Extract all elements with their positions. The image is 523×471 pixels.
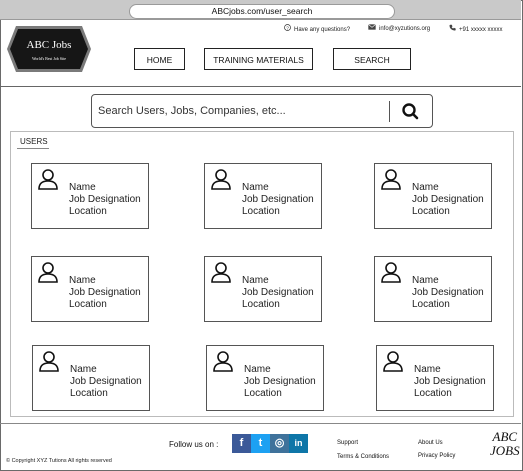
- user-job-designation: Job Designation: [242, 287, 314, 298]
- browser-top-bar: ABCjobs.com/user_search: [0, 0, 521, 20]
- search-button[interactable]: [392, 97, 430, 125]
- user-card[interactable]: Name Job Designation Location: [206, 345, 324, 411]
- user-job-designation: Job Designation: [69, 194, 141, 205]
- terms-link[interactable]: Terms & Conditions: [337, 454, 389, 460]
- question-icon: ?: [284, 24, 291, 33]
- support-link[interactable]: Support: [337, 440, 358, 446]
- facebook-icon[interactable]: f: [232, 434, 251, 453]
- abc-jobs-logo[interactable]: ABC Jobs World's Best Job Site: [6, 25, 92, 73]
- user-name: Name: [242, 275, 269, 286]
- phone-info[interactable]: +91 xxxxx xxxxx: [449, 24, 503, 33]
- user-location: Location: [242, 299, 280, 310]
- search-input[interactable]: [98, 102, 384, 120]
- user-name: Name: [414, 364, 441, 375]
- twitter-icon[interactable]: t: [251, 434, 270, 453]
- user-name: Name: [244, 364, 271, 375]
- footer-logo-line2: JOBS: [490, 443, 520, 458]
- linkedin-icon[interactable]: in: [289, 434, 308, 453]
- user-job-designation: Job Designation: [412, 194, 484, 205]
- user-avatar-icon: [210, 261, 232, 288]
- user-location: Location: [412, 299, 450, 310]
- users-title: USERS: [20, 137, 48, 146]
- user-name: Name: [69, 275, 96, 286]
- phone-text: +91 xxxxx xxxxx: [459, 27, 503, 33]
- mail-icon: [368, 24, 376, 32]
- privacy-policy-link[interactable]: Privacy Policy: [418, 453, 455, 459]
- copyright-text: © Copyright XYZ Tutions All rights reser…: [6, 458, 112, 464]
- user-card[interactable]: Name Job Designation Location: [204, 163, 322, 229]
- email-info[interactable]: info@xyzutions.org: [368, 24, 430, 32]
- user-job-designation: Job Designation: [414, 376, 486, 387]
- instagram-icon[interactable]: ◎: [270, 434, 289, 453]
- email-text: info@xyzutions.org: [379, 26, 431, 32]
- user-location: Location: [412, 206, 450, 217]
- about-us-link[interactable]: About Us: [418, 440, 443, 446]
- user-avatar-icon: [380, 261, 402, 288]
- user-card[interactable]: Name Job Designation Location: [31, 256, 149, 322]
- nav-home[interactable]: HOME: [134, 48, 185, 70]
- questions-text: Have any questions?: [294, 27, 351, 33]
- user-location: Location: [244, 388, 282, 399]
- user-name: Name: [242, 182, 269, 193]
- user-location: Location: [69, 206, 107, 217]
- user-avatar-icon: [210, 168, 232, 195]
- user-job-designation: Job Designation: [244, 376, 316, 387]
- phone-icon: [449, 24, 456, 33]
- user-card[interactable]: Name Job Designation Location: [204, 256, 322, 322]
- user-location: Location: [414, 388, 452, 399]
- search-separator: [389, 101, 390, 122]
- user-avatar-icon: [37, 168, 59, 195]
- footer-logo[interactable]: ABC JOBS: [490, 430, 520, 458]
- search-icon: [402, 103, 419, 120]
- user-job-designation: Job Designation: [69, 287, 141, 298]
- users-title-underline: [17, 148, 49, 149]
- footer-divider: [0, 423, 521, 424]
- svg-text:?: ?: [286, 25, 289, 31]
- user-name: Name: [412, 182, 439, 193]
- url-bar[interactable]: ABCjobs.com/user_search: [129, 4, 395, 19]
- follow-us-label: Follow us on :: [169, 440, 219, 449]
- user-card[interactable]: Name Job Designation Location: [374, 163, 492, 229]
- nav-training-materials[interactable]: TRAINING MATERIALS: [204, 48, 313, 70]
- user-card[interactable]: Name Job Designation Location: [31, 163, 149, 229]
- user-card[interactable]: Name Job Designation Location: [32, 345, 150, 411]
- user-job-designation: Job Designation: [70, 376, 142, 387]
- logo-title: ABC Jobs: [26, 39, 72, 51]
- user-location: Location: [242, 206, 280, 217]
- user-avatar-icon: [382, 350, 404, 377]
- header-divider: [0, 86, 521, 87]
- user-avatar-icon: [212, 350, 234, 377]
- user-job-designation: Job Designation: [242, 194, 314, 205]
- user-location: Location: [70, 388, 108, 399]
- user-avatar-icon: [38, 350, 60, 377]
- user-name: Name: [69, 182, 96, 193]
- nav-search[interactable]: SEARCH: [333, 48, 411, 70]
- footer-logo-line1: ABC: [492, 429, 518, 444]
- user-avatar-icon: [380, 168, 402, 195]
- user-name: Name: [412, 275, 439, 286]
- user-job-designation: Job Designation: [412, 287, 484, 298]
- user-location: Location: [69, 299, 107, 310]
- questions-info: ? Have any questions?: [284, 24, 350, 33]
- user-card[interactable]: Name Job Designation Location: [376, 345, 494, 411]
- logo-tagline: World's Best Job Site: [31, 56, 67, 61]
- user-card[interactable]: Name Job Designation Location: [374, 256, 492, 322]
- user-name: Name: [70, 364, 97, 375]
- search-bar: [91, 94, 433, 128]
- user-avatar-icon: [37, 261, 59, 288]
